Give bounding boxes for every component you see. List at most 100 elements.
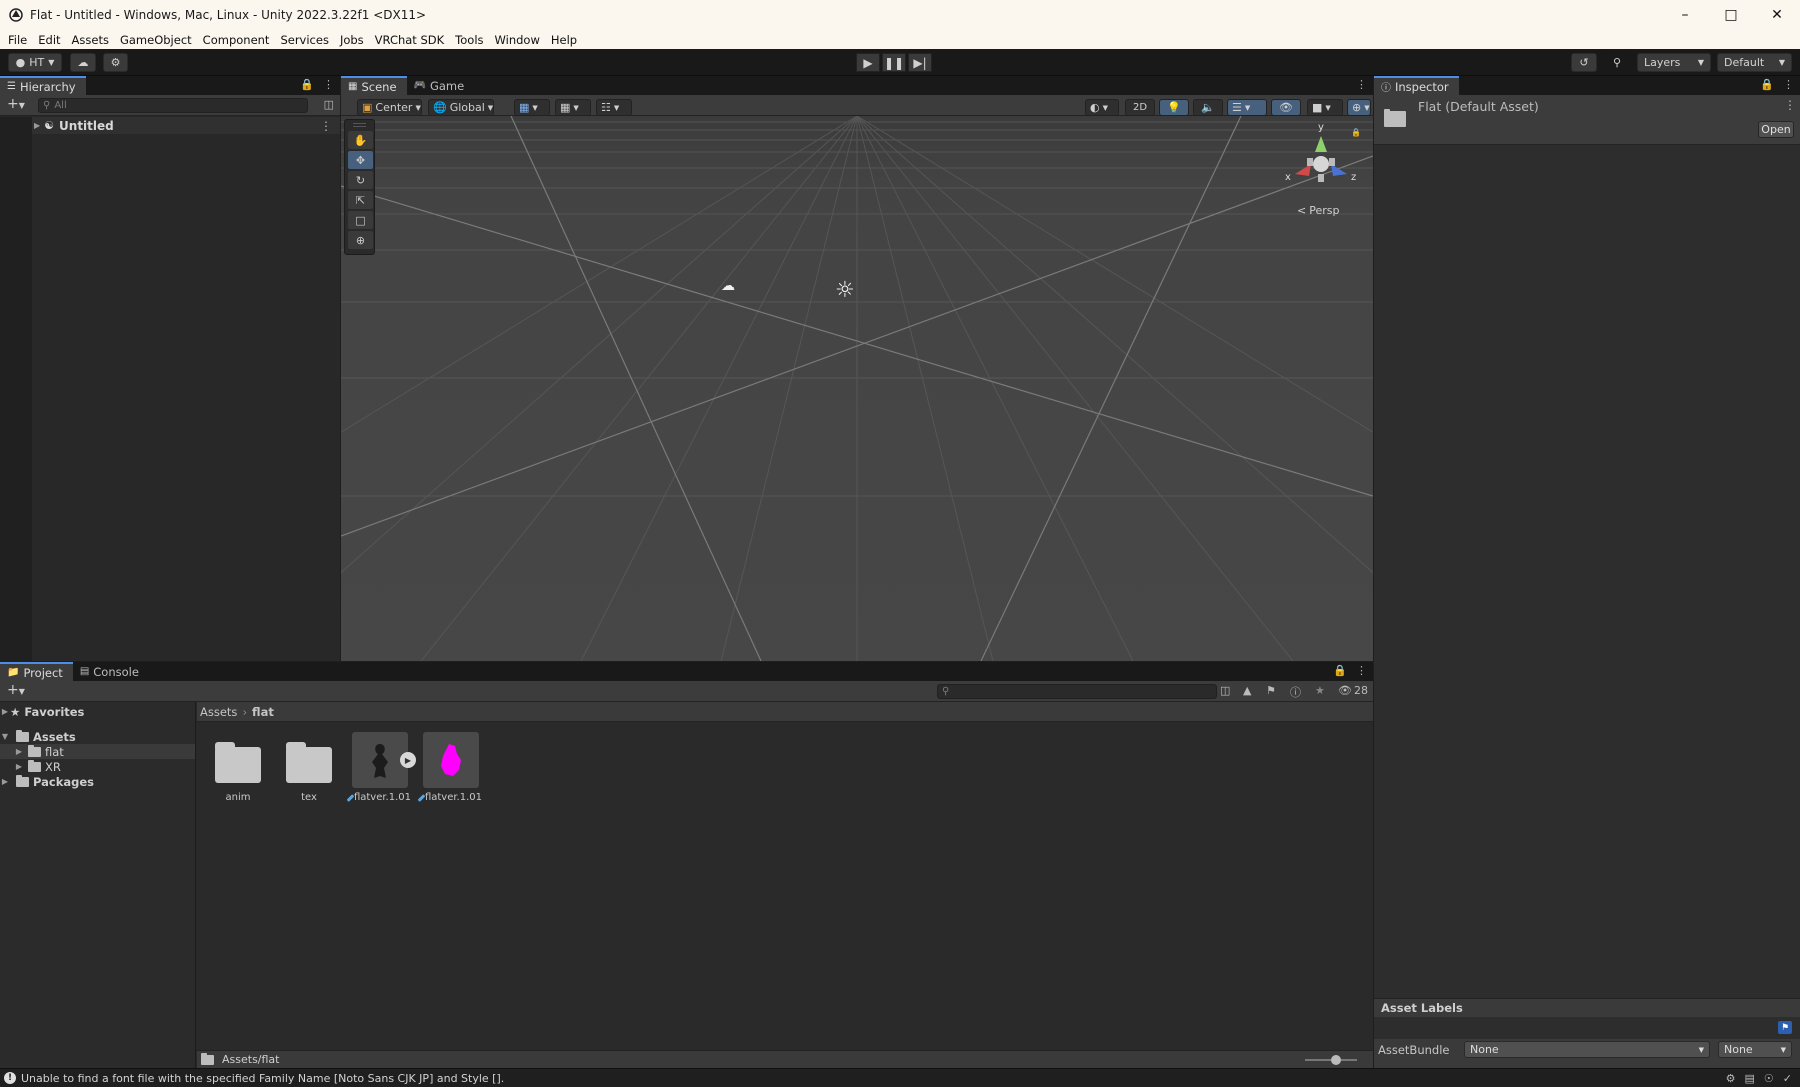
lock-icon[interactable]: 🔒 xyxy=(1760,78,1774,91)
menu-help[interactable]: Help xyxy=(547,33,581,47)
menu-window[interactable]: Window xyxy=(491,33,544,47)
inspector-menu-icon[interactable]: ⋮ xyxy=(1784,98,1796,112)
asset-item-model[interactable]: ▶ flatver.1.01 xyxy=(346,732,416,812)
tree-item-xr[interactable]: ▶ XR xyxy=(0,759,195,774)
tab-inspector[interactable]: ⓘ Inspector xyxy=(1374,76,1459,95)
tab-console[interactable]: ▤ Console xyxy=(72,662,149,681)
menu-jobs[interactable]: Jobs xyxy=(336,33,368,47)
menu-vrchat-sdk[interactable]: VRChat SDK xyxy=(371,33,449,47)
menu-gameobject[interactable]: GameObject xyxy=(116,33,196,47)
network-icon[interactable]: ☉ xyxy=(1764,1072,1774,1085)
rotate-tool[interactable]: ↻ xyxy=(348,171,373,189)
scene-visibility-icon[interactable]: ◫ xyxy=(324,98,334,111)
check-icon[interactable]: ✓ xyxy=(1783,1072,1792,1085)
sun-light-icon[interactable]: ☼ xyxy=(835,278,855,303)
menu-assets[interactable]: Assets xyxy=(68,33,113,47)
close-icon[interactable]: ✕ xyxy=(1754,0,1800,30)
hierarchy-search-input[interactable]: ⚲ All xyxy=(38,98,308,113)
asset-item-tex[interactable]: tex xyxy=(278,732,340,812)
favorite-star-icon[interactable]: ★ xyxy=(1315,684,1325,697)
lock-icon[interactable]: 🔒 xyxy=(300,78,314,91)
filter-by-type-icon[interactable]: ▲ xyxy=(1243,684,1251,697)
hidden-packages-toggle[interactable]: 👁 28 xyxy=(1338,684,1368,697)
account-dropdown[interactable]: ● HT ▼ xyxy=(8,53,62,72)
lighting-toggle[interactable]: 💡 xyxy=(1159,99,1189,116)
breadcrumb-assets[interactable]: Assets xyxy=(200,705,237,719)
grid-visibility-button[interactable]: ▦ ▼ xyxy=(555,99,591,116)
more-icon[interactable]: ⋮ xyxy=(1356,78,1367,91)
status-message[interactable]: Unable to find a font file with the spec… xyxy=(21,1072,504,1085)
icon-size-slider[interactable] xyxy=(1305,1055,1357,1065)
cloud-gizmo-icon[interactable]: ☁ xyxy=(721,278,735,294)
more-icon[interactable]: ⋮ xyxy=(1356,664,1367,677)
palette-drag-handle[interactable] xyxy=(353,123,366,127)
menu-edit[interactable]: Edit xyxy=(34,33,64,47)
expand-arrow-icon[interactable]: ▶ xyxy=(14,762,24,771)
warning-filter-icon[interactable]: ⓘ xyxy=(1290,684,1301,700)
collab-button[interactable]: ⚙ xyxy=(103,53,128,72)
slider-thumb[interactable] xyxy=(1331,1055,1341,1065)
play-button[interactable]: ▶ xyxy=(856,53,880,72)
draw-mode-dropdown[interactable]: ◐ ▼ xyxy=(1085,99,1119,116)
tree-item-favorites[interactable]: ▶ ★ Favorites xyxy=(0,704,195,719)
lock-icon[interactable]: 🔒 xyxy=(1333,664,1347,677)
expand-arrow-icon[interactable]: ▶ xyxy=(34,121,40,130)
tab-project[interactable]: 📁 Project xyxy=(0,662,73,681)
maximize-icon[interactable]: □ xyxy=(1708,0,1754,30)
tab-game[interactable]: 🎮 Game xyxy=(406,76,475,95)
rect-tool[interactable]: □ xyxy=(348,211,373,229)
hierarchy-scene-row[interactable]: ▶ ☯ Untitled ⋮ xyxy=(0,117,340,134)
menu-component[interactable]: Component xyxy=(199,33,274,47)
pause-button[interactable]: ❚❚ xyxy=(882,53,906,72)
projection-toggle[interactable]: < Persp xyxy=(1297,204,1339,217)
move-tool[interactable]: ✥ xyxy=(348,151,373,169)
open-button[interactable]: Open xyxy=(1758,121,1794,138)
add-button[interactable]: +▼ xyxy=(7,96,25,112)
play-preview-icon[interactable]: ▶ xyxy=(400,752,416,768)
gizmo-lock-icon[interactable]: 🔒 xyxy=(1351,128,1361,137)
scene-viewport[interactable]: ✋ ✥ ↻ ⇱ □ ⊕ ☁ ☼ y x z 🔒 < Persp xyxy=(341,116,1373,661)
expand-arrow-icon[interactable]: ▶ xyxy=(0,707,10,716)
step-button[interactable]: ▶| xyxy=(908,53,932,72)
scene-menu-icon[interactable]: ⋮ xyxy=(320,119,332,133)
menu-services[interactable]: Services xyxy=(276,33,333,47)
expand-arrow-icon[interactable]: ▶ xyxy=(14,747,24,756)
menu-tools[interactable]: Tools xyxy=(451,33,487,47)
breadcrumb-flat[interactable]: flat xyxy=(252,705,274,719)
transform-tool[interactable]: ⊕ xyxy=(348,231,373,249)
mode-2d-toggle[interactable]: 2D xyxy=(1125,99,1155,116)
tab-hierarchy[interactable]: ☰ Hierarchy xyxy=(0,76,86,95)
filter-by-label-icon[interactable]: ⚑ xyxy=(1266,684,1276,697)
increment-snap-button[interactable]: ☷ ▼ xyxy=(596,99,632,116)
search-button[interactable]: ⚲ xyxy=(1604,53,1630,72)
layers-dropdown[interactable]: Layers ▼ xyxy=(1637,53,1711,72)
tag-icon[interactable]: ⚑ xyxy=(1778,1021,1792,1034)
gizmos-dropdown[interactable]: ⊕ ▼ xyxy=(1347,99,1371,116)
cache-icon[interactable]: ▤ xyxy=(1745,1072,1755,1085)
pivot-mode-dropdown[interactable]: ▣ Center ▼ xyxy=(357,99,422,116)
bug-icon[interactable]: ⚙ xyxy=(1726,1072,1736,1085)
layout-dropdown[interactable]: Default ▼ xyxy=(1717,53,1792,72)
menu-file[interactable]: File xyxy=(4,33,31,47)
tree-item-packages[interactable]: ▶ Packages xyxy=(0,774,195,789)
collapse-arrow-icon[interactable]: ▼ xyxy=(0,732,10,741)
scene-visibility-toggle[interactable]: 👁 xyxy=(1271,99,1301,116)
minimize-icon[interactable]: – xyxy=(1662,0,1708,30)
effects-dropdown[interactable]: ☰ ▼ xyxy=(1227,99,1267,116)
hand-tool[interactable]: ✋ xyxy=(348,131,373,149)
audio-toggle[interactable]: 🔈 xyxy=(1193,99,1223,116)
tree-item-assets[interactable]: ▼ Assets xyxy=(0,729,195,744)
add-asset-button[interactable]: +▼ xyxy=(7,682,25,698)
search-by-type-icon[interactable]: ◫ xyxy=(1220,684,1230,697)
more-icon[interactable]: ⋮ xyxy=(323,78,334,91)
expand-arrow-icon[interactable]: ▶ xyxy=(0,777,10,786)
cloud-button[interactable]: ☁ xyxy=(70,53,96,72)
orientation-gizmo[interactable]: y x z 🔒 xyxy=(1281,122,1361,202)
camera-dropdown[interactable]: ■ ▼ xyxy=(1307,99,1343,116)
tab-scene[interactable]: ▦ Scene xyxy=(341,76,407,95)
asset-bundle-variant-dropdown[interactable]: None ▼ xyxy=(1718,1041,1792,1058)
more-icon[interactable]: ⋮ xyxy=(1783,78,1794,91)
asset-item-anim[interactable]: anim xyxy=(207,732,269,812)
scale-tool[interactable]: ⇱ xyxy=(348,191,373,209)
grid-snap-button[interactable]: ▦ ▼ xyxy=(514,99,550,116)
